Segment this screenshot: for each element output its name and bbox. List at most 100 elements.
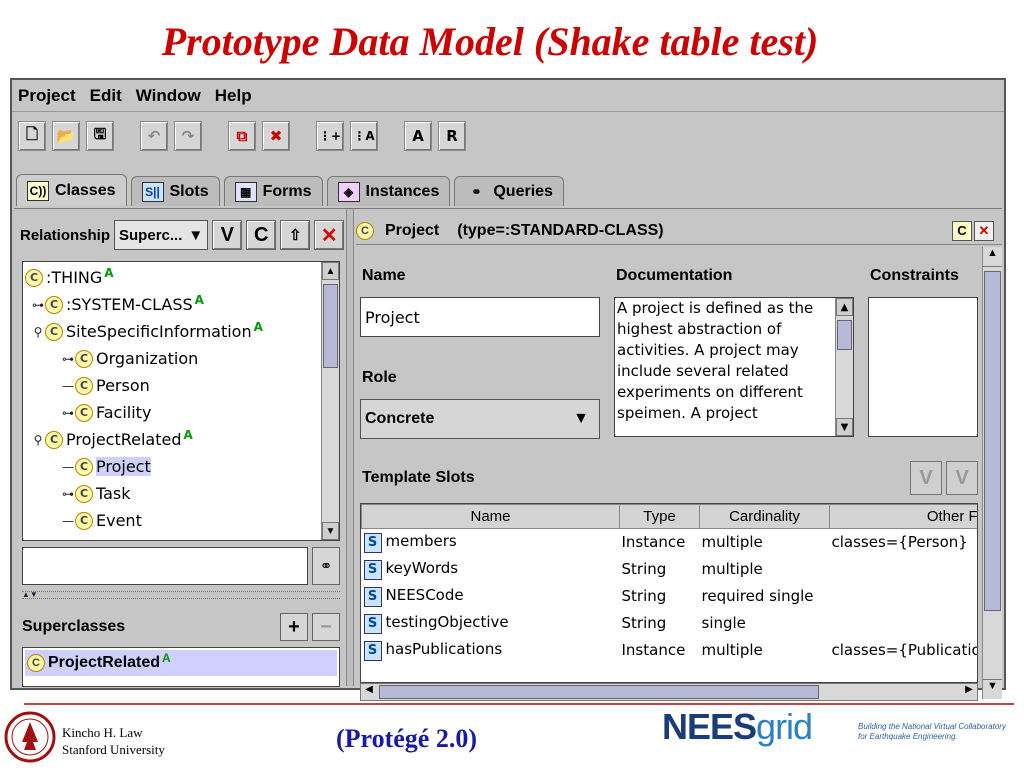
tree-expander-icon[interactable]: ⊶ bbox=[31, 298, 45, 312]
tree-expander-icon[interactable]: ⊶ bbox=[61, 406, 75, 420]
role-select[interactable]: Concrete ▼ bbox=[360, 399, 600, 439]
tab-slots-label: Slots bbox=[169, 182, 209, 200]
tree-expander-icon[interactable]: — bbox=[61, 379, 75, 393]
find-binoculars-icon[interactable]: ⚭ bbox=[312, 547, 340, 585]
column-header-name[interactable]: Name bbox=[361, 504, 620, 529]
scroll-thumb[interactable] bbox=[379, 685, 819, 699]
pane-splitter[interactable]: ▲▼ bbox=[22, 591, 340, 599]
slot-row[interactable]: Smembers Instance multiple classes={Person} bbox=[362, 529, 978, 556]
class-view-icon[interactable]: C bbox=[952, 220, 972, 241]
tree-node[interactable]: — C Person bbox=[23, 372, 321, 399]
view-slot-button[interactable]: V bbox=[910, 461, 942, 495]
slot-other-facets-cell bbox=[830, 610, 978, 637]
name-field[interactable]: Project bbox=[360, 297, 600, 337]
constraints-field[interactable] bbox=[868, 297, 978, 437]
menu-edit[interactable]: Edit bbox=[90, 86, 122, 106]
scroll-up-icon[interactable]: ▲ bbox=[836, 298, 853, 316]
column-header-cardinality[interactable]: Cardinality bbox=[699, 504, 830, 529]
tree-node[interactable]: ⚲ C SiteSpecificInformation A bbox=[23, 318, 321, 345]
tree-node[interactable]: — C Event bbox=[23, 507, 321, 534]
upload-icon[interactable]: ⇧ bbox=[280, 220, 311, 250]
slot-row[interactable]: S NEESCode String required single bbox=[362, 583, 978, 610]
tree-node[interactable]: ⊶ C Task bbox=[23, 480, 321, 507]
toolbar-a-button[interactable]: A bbox=[404, 121, 432, 151]
scroll-thumb[interactable] bbox=[837, 320, 852, 350]
scroll-down-icon[interactable]: ▼ bbox=[983, 679, 1002, 699]
tree-expander-icon[interactable]: ⚲ bbox=[31, 433, 45, 447]
delete-class-icon[interactable]: ✕ bbox=[314, 220, 345, 250]
template-slots-table: Name Type Cardinality Other Fa SmembersI… bbox=[360, 503, 978, 683]
slot-cardinality-cell: multiple bbox=[700, 529, 830, 556]
new-project-icon[interactable]: 🗋 bbox=[18, 121, 46, 151]
slot-row[interactable]: ShasPublications Instance multiple classes=… bbox=[362, 637, 977, 664]
tree-expander-icon[interactable]: ⊶ bbox=[61, 487, 75, 501]
slot-type-cell-text: String bbox=[621, 587, 667, 605]
class-search-input[interactable] bbox=[22, 547, 308, 585]
copy-frames-icon[interactable]: ⧉ bbox=[228, 121, 256, 151]
tree-expander-icon[interactable]: ⊶ bbox=[61, 352, 75, 366]
tab-instances-label: Instances bbox=[365, 182, 440, 200]
undo-icon[interactable]: ↶ bbox=[140, 121, 168, 151]
open-project-icon[interactable]: 📂 bbox=[52, 121, 80, 151]
documentation-field[interactable]: A project is defined as the highest abst… bbox=[614, 297, 854, 437]
menu-window[interactable]: Window bbox=[136, 86, 201, 106]
remove-superclass-button[interactable]: − bbox=[312, 613, 340, 641]
tab-slots[interactable]: S|| Slots bbox=[130, 176, 220, 206]
view-class-button[interactable]: V bbox=[212, 220, 243, 250]
tree-node[interactable]: C:THING A bbox=[23, 264, 321, 291]
slot-icon: S bbox=[363, 613, 382, 634]
scroll-thumb[interactable] bbox=[323, 284, 338, 368]
insert-class-icon[interactable]: ⋮A bbox=[350, 121, 378, 151]
redo-icon[interactable]: ↷ bbox=[174, 121, 202, 151]
menu-project[interactable]: Project bbox=[18, 86, 76, 106]
classes-tab-content: Relationship Superc... ▼ V C ⇧ ✕ C:THING… bbox=[14, 208, 1002, 701]
tree-expander-icon[interactable]: — bbox=[61, 460, 75, 474]
delete-frames-icon[interactable]: ✖ bbox=[262, 121, 290, 151]
scroll-right-icon[interactable]: ▶ bbox=[961, 684, 977, 700]
slot-type-cell: String bbox=[620, 556, 700, 583]
documentation-scrollbar[interactable]: ▲ ▼ bbox=[835, 298, 853, 436]
vertical-divider[interactable] bbox=[346, 209, 354, 686]
tree-node[interactable]: ⊶ C:SYSTEM-CLASS A bbox=[23, 291, 321, 318]
scroll-up-icon[interactable]: ▲ bbox=[322, 262, 339, 280]
relationship-select[interactable]: Superc... ▼ bbox=[114, 220, 209, 250]
form-vertical-scrollbar[interactable]: ▲ ▼ bbox=[982, 247, 1002, 699]
tab-forms[interactable]: ▦ Forms bbox=[223, 176, 323, 206]
scroll-left-icon[interactable]: ◀ bbox=[361, 684, 377, 700]
tree-node-label: ProjectRelated bbox=[66, 430, 182, 449]
tree-node[interactable]: ⊶ C Facility bbox=[23, 399, 321, 426]
tree-expander-icon[interactable]: — bbox=[61, 514, 75, 528]
tab-queries[interactable]: ⚭ Queries bbox=[454, 176, 564, 206]
close-icon[interactable]: ✕ bbox=[974, 220, 994, 241]
slot-other-facets-cell bbox=[830, 583, 978, 610]
insert-slot-icon[interactable]: ⋮+ bbox=[316, 121, 344, 151]
tree-expander-icon[interactable]: ⚲ bbox=[31, 325, 45, 339]
tree-node[interactable]: ⚲ C ProjectRelated A bbox=[23, 426, 321, 453]
scroll-down-icon[interactable]: ▼ bbox=[836, 418, 853, 436]
tab-classes[interactable]: C)) Classes bbox=[16, 174, 127, 206]
view-slot-at-class-button[interactable]: V bbox=[946, 461, 978, 495]
save-project-icon[interactable]: 🖫 bbox=[86, 121, 114, 151]
tree-node[interactable]: — C Project bbox=[23, 453, 321, 480]
toolbar-r-button[interactable]: R bbox=[438, 121, 466, 151]
slots-horizontal-scrollbar[interactable]: ◀ ▶ bbox=[360, 683, 978, 701]
menu-help[interactable]: Help bbox=[215, 86, 252, 106]
column-header-other-facets[interactable]: Other Fa bbox=[829, 504, 977, 529]
superclass-item[interactable]: C ProjectRelated A bbox=[25, 650, 337, 676]
tree-node[interactable]: ⊶ C Organization bbox=[23, 345, 321, 372]
create-class-button[interactable]: C bbox=[246, 220, 277, 250]
slot-row[interactable]: SkeyWords String multiple bbox=[362, 556, 978, 583]
column-header-type[interactable]: Type bbox=[619, 504, 700, 529]
tree-scrollbar[interactable]: ▲ ▼ bbox=[321, 262, 339, 540]
class-icon: C bbox=[75, 457, 93, 476]
scroll-thumb[interactable] bbox=[984, 271, 1001, 611]
footer-protege-version: (Protégé 2.0) bbox=[336, 724, 478, 753]
scroll-up-icon[interactable]: ▲ bbox=[983, 247, 1002, 267]
add-superclass-button[interactable]: + bbox=[280, 613, 308, 641]
scroll-down-icon[interactable]: ▼ bbox=[322, 522, 339, 540]
slot-icon: S bbox=[363, 640, 382, 661]
slot-type-cell-text: Instance bbox=[621, 533, 686, 552]
tab-instances[interactable]: ◈ Instances bbox=[326, 176, 451, 206]
constraints-label: Constraints bbox=[870, 267, 959, 284]
slot-row[interactable]: StestingObjective String single bbox=[362, 610, 978, 637]
